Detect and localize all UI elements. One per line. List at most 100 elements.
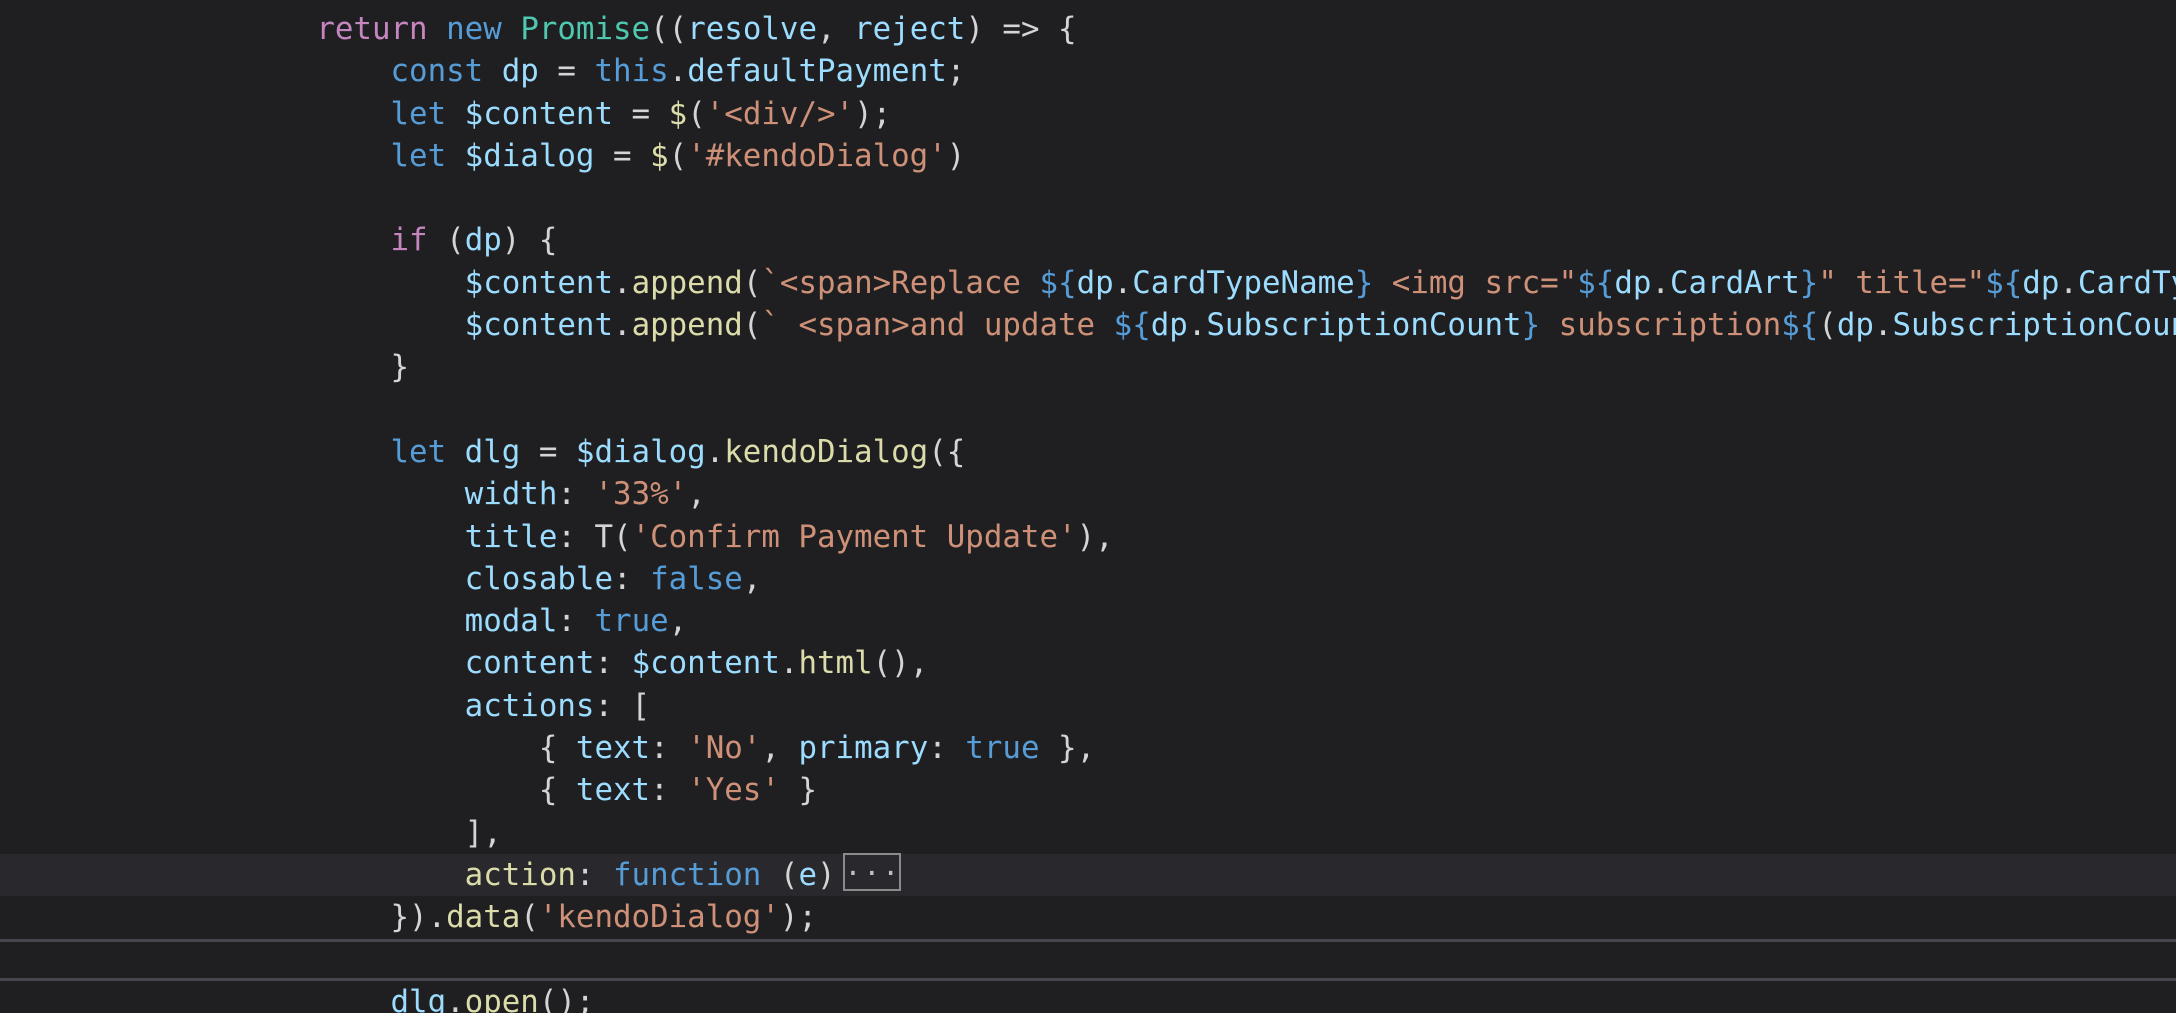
code-editor[interactable]: return new Promise((resolve, reject) => …: [0, 0, 2176, 1013]
code-token: title: [464, 518, 558, 555]
code-token: :: [650, 772, 688, 809]
code-token: return: [316, 11, 428, 47]
code-token: :: [594, 645, 632, 682]
code-token: let: [390, 95, 447, 132]
code-token: 'Confirm Payment Update': [631, 518, 1077, 555]
code-token: }: [1354, 264, 1374, 301]
code-line[interactable]: }: [0, 346, 2176, 388]
code-token: :: [557, 603, 595, 640]
code-token: actions: [464, 687, 595, 724]
code-line[interactable]: ],: [0, 812, 2176, 854]
code-token: data: [446, 899, 521, 936]
code-token: $dialog: [464, 137, 595, 174]
code-token: CardTypeName: [1132, 264, 1355, 301]
code-line-current[interactable]: [0, 938, 2176, 981]
code-line[interactable]: actions: [: [0, 685, 2176, 727]
code-token: primary: [798, 730, 929, 767]
code-token: open: [464, 983, 539, 1013]
code-token: subscription: [1540, 307, 1782, 344]
code-token: );: [854, 95, 892, 132]
code-token: }: [779, 772, 817, 809]
code-token: $content: [631, 645, 780, 682]
code-token: SubscriptionCount: [1892, 307, 2176, 344]
code-token: ),: [1076, 518, 1114, 555]
code-line[interactable]: [0, 177, 2176, 219]
code-line[interactable]: const dp = this.defaultPayment;: [0, 50, 2176, 92]
code-token: SubscriptionCount: [1206, 307, 1522, 344]
code-line[interactable]: { text: 'Yes' }: [0, 769, 2176, 811]
code-token: =: [538, 53, 595, 90]
code-line[interactable]: content: $content.html(),: [0, 642, 2176, 684]
code-token: 'Yes': [687, 772, 780, 809]
code-token: .: [446, 983, 465, 1013]
code-token: ({: [928, 433, 966, 470]
code-token: CardArt: [1669, 264, 1800, 301]
code-token: :: [557, 476, 595, 513]
code-token: (: [761, 856, 799, 893]
code-token: dp: [1836, 307, 1874, 344]
code-token: ) {: [501, 222, 558, 259]
code-token: Promise: [520, 11, 651, 47]
code-token: }: [1799, 264, 1819, 301]
code-token: ;: [946, 53, 966, 90]
code-line[interactable]: $content.append(` <span>and update ${dp.…: [0, 304, 2176, 346]
code-token: ,: [668, 603, 688, 640]
code-token: modal: [464, 603, 558, 640]
code-line[interactable]: let dlg = $dialog.kendoDialog({: [0, 431, 2176, 473]
code-token: ): [817, 856, 836, 893]
code-line[interactable]: let $content = $('<div/>');: [0, 93, 2176, 135]
folded-region-ellipsis[interactable]: ...: [842, 852, 901, 892]
code-line[interactable]: return new Promise((resolve, reject) => …: [0, 8, 2176, 50]
code-line[interactable]: let $dialog = $('#kendoDialog'): [0, 135, 2176, 177]
code-token: 'No': [687, 730, 762, 767]
code-token: function: [613, 856, 762, 893]
code-token: $content: [464, 95, 614, 132]
code-token: action: [464, 856, 576, 893]
code-token: true: [965, 730, 1040, 767]
code-line[interactable]: $content.append(`<span>Replace ${dp.Card…: [0, 262, 2176, 304]
code-line[interactable]: title: T('Confirm Payment Update'),: [0, 516, 2176, 558]
code-token: (: [520, 899, 539, 936]
code-token: true: [594, 603, 669, 640]
code-token: closable: [464, 560, 614, 597]
code-token: reject: [854, 11, 966, 47]
code-token: ) => {: [965, 11, 1077, 47]
code-token: append: [631, 264, 743, 301]
code-token: {: [168, 730, 576, 767]
code-line[interactable]: }).data('kendoDialog');: [0, 896, 2176, 938]
code-token: :: [650, 730, 688, 767]
code-token: ${: [1113, 307, 1151, 344]
code-token: .: [705, 433, 725, 470]
code-line[interactable]: closable: false,: [0, 558, 2176, 600]
code-line[interactable]: if (dp) {: [0, 219, 2176, 261]
code-line[interactable]: [0, 389, 2176, 431]
code-token: " title=": [1818, 264, 1986, 301]
code-token: width: [464, 476, 558, 513]
code-token: let: [390, 137, 447, 174]
code-line[interactable]: modal: true,: [0, 600, 2176, 642]
code-token: $content: [464, 307, 614, 344]
code-token: ${: [1781, 307, 1819, 344]
code-token: kendoDialog: [724, 433, 929, 470]
code-token: .: [1651, 264, 1670, 301]
code-line[interactable]: dlg.open();: [0, 981, 2176, 1013]
code-line[interactable]: width: '33%',: [0, 473, 2176, 515]
code-token: const: [390, 53, 484, 90]
code-line[interactable]: action: function (e)...: [0, 852, 2176, 897]
code-token: `<span>Replace: [761, 264, 1040, 301]
code-line[interactable]: { text: 'No', primary: true },: [0, 727, 2176, 769]
code-token: .: [1113, 264, 1133, 301]
